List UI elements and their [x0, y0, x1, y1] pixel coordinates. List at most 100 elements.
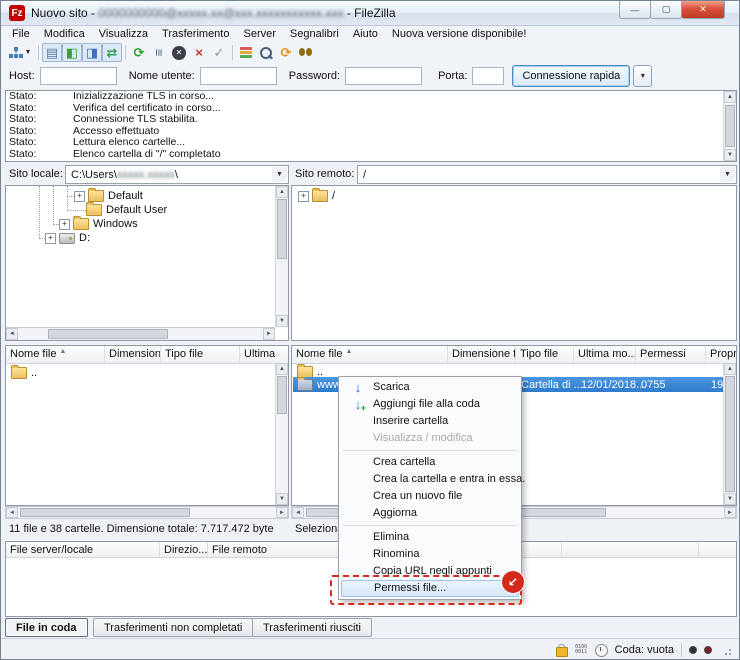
- menu-item-scarica[interactable]: ↓ Scarica: [340, 379, 520, 396]
- tree-item-default-user[interactable]: Default User: [86, 202, 167, 217]
- column-header-tipo-file[interactable]: Tipo file: [516, 346, 574, 363]
- host-input[interactable]: [39, 67, 117, 85]
- scroll-left-icon[interactable]: ◄: [292, 507, 304, 518]
- menu-item-aggiorna[interactable]: Aggiorna: [340, 505, 520, 522]
- scroll-right-icon[interactable]: ►: [263, 328, 275, 340]
- column-header-direzione[interactable]: Direzio...: [160, 542, 208, 557]
- remote-list-vertical-scrollbar[interactable]: ▲ ▼: [723, 363, 736, 505]
- menu-server[interactable]: Server: [236, 28, 282, 40]
- local-tree-vertical-scrollbar[interactable]: ▲ ▼: [275, 186, 288, 327]
- column-header-permessi[interactable]: Permessi: [636, 346, 706, 363]
- status-bar: Coda: vuota: [1, 638, 739, 659]
- scroll-down-icon[interactable]: ▼: [724, 493, 736, 505]
- toggle-remote-tree-button[interactable]: ◨: [82, 43, 102, 62]
- column-header-proprietario[interactable]: Propri...: [706, 346, 736, 363]
- minimize-button[interactable]: —: [619, 1, 651, 19]
- local-parent-dir-row[interactable]: ..: [11, 364, 37, 379]
- toggle-queue-button[interactable]: ⇄: [102, 43, 122, 62]
- disconnect-button[interactable]: ×: [189, 43, 209, 62]
- menu-item-aggiungi-coda[interactable]: ↓ + Aggiungi file alla coda: [340, 396, 520, 413]
- column-header-tipo-file[interactable]: Tipo file: [161, 346, 240, 363]
- expand-icon[interactable]: [298, 190, 309, 202]
- scroll-down-icon[interactable]: ▼: [276, 315, 288, 327]
- menu-modifica[interactable]: Modifica: [37, 28, 92, 40]
- menu-item-crea-cartella[interactable]: Crea cartella: [340, 454, 520, 471]
- column-header-empty[interactable]: [699, 542, 736, 557]
- tree-connector: [67, 210, 86, 211]
- tree-item-root[interactable]: /: [298, 188, 335, 203]
- column-header-empty[interactable]: [562, 542, 699, 557]
- process-queue-button[interactable]: ≡: [149, 43, 169, 62]
- scroll-left-icon[interactable]: ◄: [6, 328, 18, 340]
- chevron-down-icon[interactable]: ▼: [720, 167, 735, 182]
- close-button[interactable]: ✕: [681, 1, 725, 19]
- quickconnect-button[interactable]: Connessione rapida: [512, 65, 631, 87]
- menu-file[interactable]: File: [5, 28, 37, 40]
- tab-file-in-coda[interactable]: File in coda: [5, 618, 88, 637]
- remote-path-value: /: [363, 168, 367, 181]
- context-menu: ↓ Scarica ↓ + Aggiungi file alla coda Ins…: [338, 376, 525, 600]
- local-path-combobox[interactable]: C:\Users\ xxxxx.xxxxx \ ▼: [65, 165, 289, 184]
- username-input[interactable]: [199, 67, 277, 85]
- menu-item-rinomina[interactable]: Rinomina: [340, 546, 520, 563]
- column-header-nome-file[interactable]: Nome file ▲: [292, 346, 448, 363]
- site-manager-button[interactable]: ▼: [5, 43, 35, 62]
- scroll-up-icon[interactable]: ▲: [276, 363, 288, 375]
- local-list-vertical-scrollbar[interactable]: ▲ ▼: [275, 363, 288, 505]
- column-header-file-server-locale[interactable]: File server/locale: [6, 542, 160, 557]
- menu-item-crea-nuovo-file[interactable]: Crea un nuovo file: [340, 488, 520, 505]
- scroll-up-icon[interactable]: ▲: [724, 91, 736, 103]
- remote-path-combobox[interactable]: / ▼: [357, 165, 737, 184]
- expand-icon[interactable]: [45, 232, 56, 244]
- tree-item-default[interactable]: Default: [74, 188, 143, 203]
- column-header-dimensione-file[interactable]: Dimensione f...: [448, 346, 516, 363]
- compare-button[interactable]: [256, 43, 276, 62]
- reconnect-button[interactable]: ✓: [209, 43, 229, 62]
- menu-item-elimina[interactable]: Elimina: [340, 529, 520, 546]
- cancel-operation-button[interactable]: ✕: [169, 43, 189, 62]
- search-files-button[interactable]: [296, 43, 316, 62]
- filter-button[interactable]: [236, 43, 256, 62]
- menu-item-crea-cartella-entra[interactable]: Crea la cartella e entra in essa.: [340, 471, 525, 488]
- local-list-header: Nome file ▲ Dimension... Tipo file Ultim…: [6, 346, 288, 364]
- scroll-left-icon[interactable]: ◄: [6, 507, 18, 518]
- expand-icon[interactable]: [74, 190, 85, 202]
- password-input[interactable]: [345, 67, 423, 85]
- scroll-down-icon[interactable]: ▼: [724, 149, 736, 161]
- chevron-down-icon[interactable]: ▼: [272, 167, 287, 182]
- local-tree-horizontal-scrollbar[interactable]: ◄ ►: [6, 327, 275, 340]
- menu-segnalibri[interactable]: Segnalibri: [283, 28, 346, 40]
- menu-aiuto[interactable]: Aiuto: [346, 28, 385, 40]
- menu-nuova-versione[interactable]: Nuova versione disponibile!: [385, 28, 534, 40]
- menu-item-visualizza-modifica[interactable]: Visualizza / modifica: [340, 430, 520, 447]
- column-header-nome-file[interactable]: Nome file ▲: [6, 346, 105, 363]
- download-icon: ↓: [354, 380, 362, 395]
- quickconnect-dropdown-button[interactable]: ▼: [633, 65, 653, 87]
- scroll-right-icon[interactable]: ►: [276, 507, 288, 518]
- scroll-down-icon[interactable]: ▼: [276, 493, 288, 505]
- scroll-up-icon[interactable]: ▲: [724, 363, 736, 375]
- local-list-horizontal-scrollbar[interactable]: ◄ ►: [5, 506, 289, 519]
- column-header-dimensione[interactable]: Dimension...: [105, 346, 161, 363]
- tab-trasferimenti-riusciti[interactable]: Trasferimenti riusciti: [252, 618, 372, 637]
- menu-item-inserire-cartella[interactable]: Inserire cartella: [340, 413, 520, 430]
- resize-grip[interactable]: [721, 645, 731, 655]
- port-input[interactable]: [472, 67, 505, 85]
- column-header-ultima[interactable]: Ultima: [240, 346, 288, 363]
- menu-trasferimento[interactable]: Trasferimento: [155, 28, 236, 40]
- tree-item-drive-d[interactable]: D:: [45, 231, 90, 245]
- expand-icon[interactable]: [59, 218, 70, 230]
- tab-trasferimenti-non-completati[interactable]: Trasferimenti non completati: [93, 618, 254, 637]
- scroll-right-icon[interactable]: ►: [724, 507, 736, 518]
- refresh-button[interactable]: ⟳: [129, 43, 149, 62]
- toolbar-separator: [232, 45, 233, 60]
- sync-browsing-button[interactable]: ⟳: [276, 43, 296, 62]
- log-vertical-scrollbar[interactable]: ▲ ▼: [723, 91, 736, 161]
- toggle-log-button[interactable]: ▤: [42, 43, 62, 62]
- menu-visualizza[interactable]: Visualizza: [92, 28, 155, 40]
- column-header-ultima-modifica[interactable]: Ultima mo...: [574, 346, 636, 363]
- maximize-button[interactable]: ▢: [650, 1, 682, 19]
- scroll-up-icon[interactable]: ▲: [276, 186, 288, 198]
- toggle-local-tree-button[interactable]: ◧: [62, 43, 82, 62]
- tree-item-windows[interactable]: Windows: [59, 216, 138, 231]
